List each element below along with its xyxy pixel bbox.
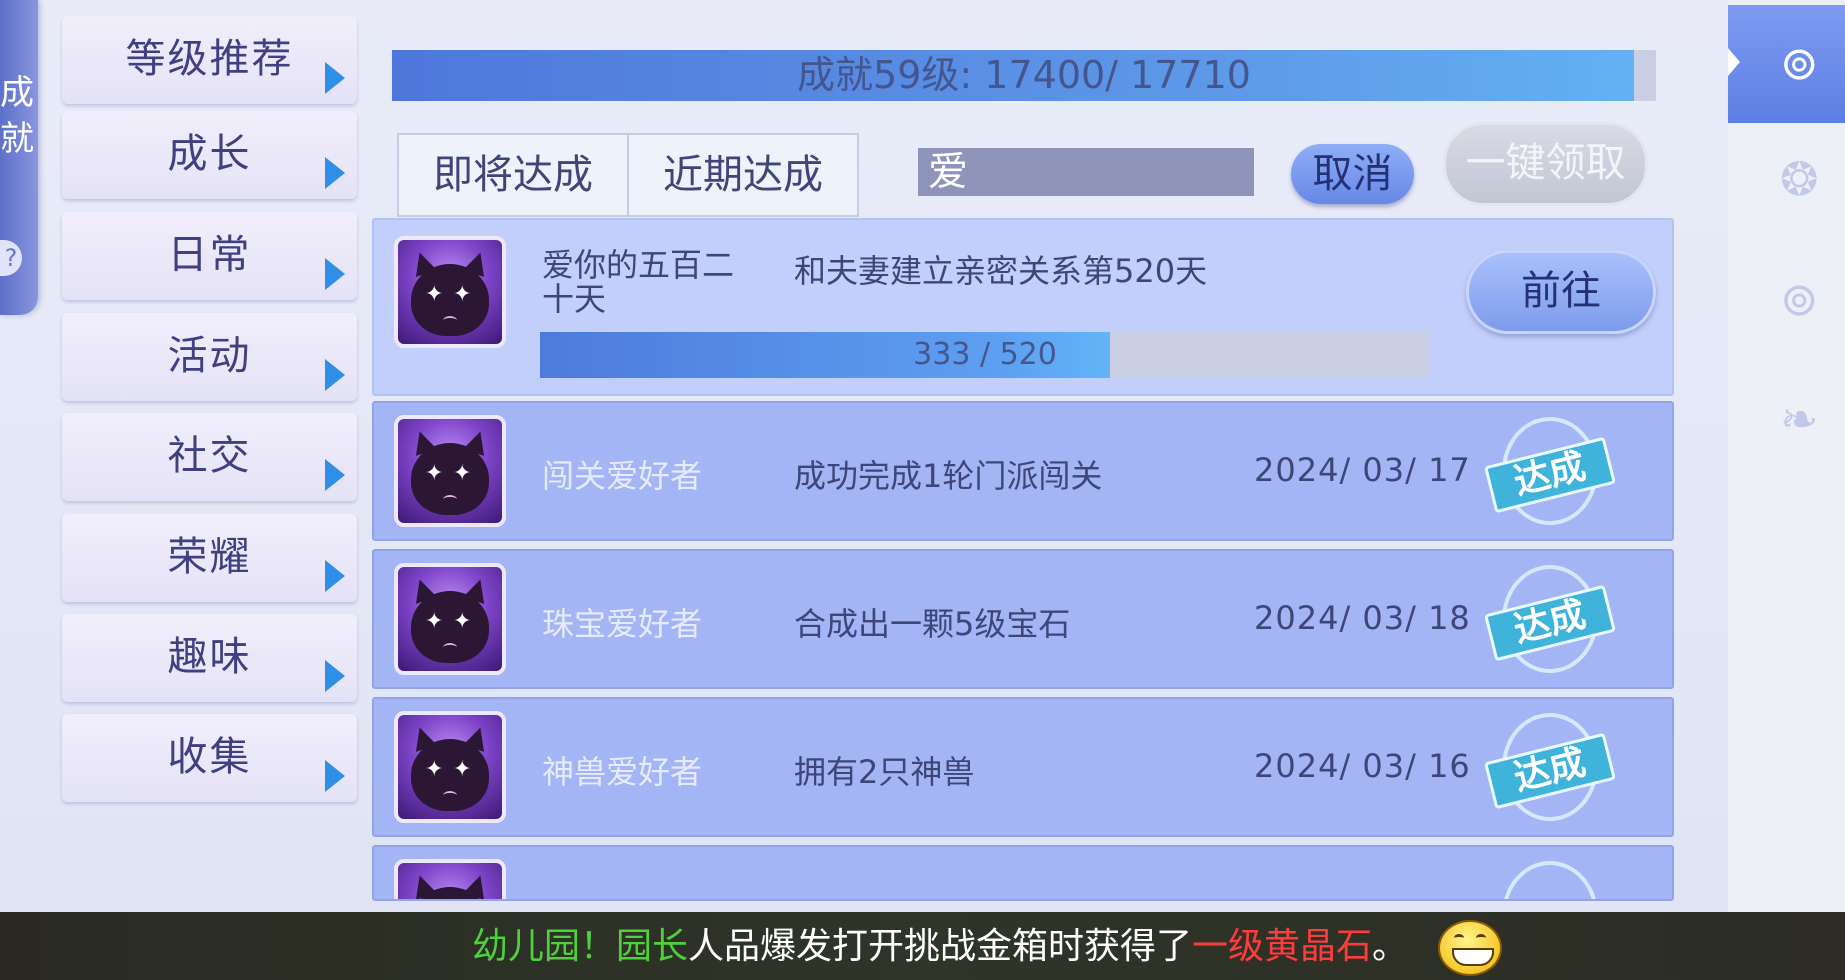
- chevron-right-icon: [325, 560, 345, 592]
- sparkle-eye-icon: ✦: [453, 609, 472, 634]
- completed-stamp: 达成: [1484, 565, 1616, 677]
- emoji-eye: [1476, 934, 1486, 942]
- claim-all-button[interactable]: 一键领取: [1443, 122, 1648, 206]
- category-growth[interactable]: 成长: [62, 111, 357, 199]
- medal-icon[interactable]: ⊚: [1780, 272, 1819, 326]
- category-daily[interactable]: 日常: [62, 212, 357, 300]
- achievement-name: 爱你的五百二十天: [542, 246, 735, 318]
- avatar-mouth: [443, 495, 457, 504]
- achievement-date: 2024/ 03/ 17: [1254, 451, 1471, 489]
- achievement-avatar: ✦ ✦: [394, 415, 506, 527]
- achievement-desc: 拥有2只神兽: [794, 753, 975, 791]
- avatar-head: ✦ ✦: [411, 264, 489, 336]
- achievement-date: 2024/ 03/ 16: [1254, 747, 1471, 785]
- creature-icon[interactable]: ❂: [1780, 152, 1819, 206]
- achievement-level-progress: 成就59级: 17400/ 17710: [392, 50, 1656, 101]
- achievement-avatar: ✦ ✦: [394, 563, 506, 675]
- category-collect[interactable]: 收集: [62, 714, 357, 802]
- sparkle-eye-icon: ✦: [453, 757, 472, 782]
- search-input[interactable]: 爱: [918, 148, 1254, 196]
- achievement-date: 2024/ 03/ 18: [1254, 599, 1471, 637]
- system-chat-message: 幼儿园！园长人品爆发打开挑战金箱时获得了一级黄晶石。: [472, 922, 1408, 972]
- tab-upcoming[interactable]: 即将达成: [399, 135, 627, 215]
- avatar-mouth: [443, 791, 457, 800]
- chat-player-name[interactable]: 幼儿园！园长: [472, 926, 688, 967]
- avatar-head: ✦ ✦: [411, 443, 489, 515]
- stamp-ring: [1502, 861, 1598, 899]
- emoji-eye: [1454, 934, 1464, 942]
- achievement-side-tab-label: 成就: [0, 73, 34, 159]
- emoji-mouth: [1452, 948, 1494, 966]
- category-level-recommend[interactable]: 等级推荐: [62, 16, 357, 104]
- right-sidebar: [1728, 0, 1845, 915]
- achievement-row: ✦ ✦ 闯关爱好者 成功完成1轮门派闯关 2024/ 03/ 17 达成: [372, 401, 1674, 541]
- chevron-right-icon: [325, 760, 345, 792]
- category-label: 成长: [167, 131, 252, 177]
- avatar-mouth: [443, 316, 457, 325]
- achievement-desc: 成功完成1轮门派闯关: [794, 457, 1103, 495]
- sparkle-eye-icon: ✦: [453, 461, 472, 486]
- sparkle-eye-icon: ✦: [453, 282, 472, 307]
- avatar-head: ✦ ✦: [411, 591, 489, 663]
- category-label: 收集: [167, 734, 252, 780]
- fish-icon[interactable]: ❧: [1780, 392, 1819, 446]
- category-social[interactable]: 社交: [62, 413, 357, 501]
- category-activity[interactable]: 活动: [62, 313, 357, 401]
- category-label: 荣耀: [167, 534, 252, 580]
- category-fun[interactable]: 趣味: [62, 614, 357, 702]
- achievement-progress: 333 / 520: [540, 332, 1430, 378]
- completed-stamp: 达成: [1484, 713, 1616, 825]
- completed-stamp: [1494, 861, 1606, 899]
- category-honor[interactable]: 荣耀: [62, 514, 357, 602]
- chevron-right-icon: [1728, 48, 1740, 76]
- achievement-row-partial: [372, 845, 1674, 901]
- sparkle-eye-icon: ✦: [425, 757, 444, 782]
- achievement-icon[interactable]: ⊚: [1780, 36, 1819, 90]
- achievement-progress-text: 333 / 520: [913, 337, 1057, 372]
- achievement-avatar: ✦ ✦: [394, 711, 506, 823]
- completed-stamp: 达成: [1484, 417, 1616, 529]
- chevron-right-icon: [325, 660, 345, 692]
- category-label: 社交: [167, 433, 252, 479]
- achievement-name: 神兽爱好者: [542, 753, 703, 791]
- sparkle-eye-icon: ✦: [425, 461, 444, 486]
- chat-message-text: 人品爆发打开挑战金箱时获得了: [688, 926, 1193, 967]
- category-label: 日常: [167, 232, 252, 278]
- chevron-right-icon: [325, 258, 345, 290]
- sparkle-eye-icon: ✦: [425, 609, 444, 634]
- chevron-right-icon: [325, 62, 345, 94]
- achievement-avatar: [394, 859, 506, 899]
- category-label: 等级推荐: [125, 36, 294, 82]
- sparkle-eye-icon: ✦: [425, 282, 444, 307]
- chevron-right-icon: [325, 459, 345, 491]
- achievement-row: ✦ ✦ 珠宝爱好者 合成出一颗5级宝石 2024/ 03/ 18 达成: [372, 549, 1674, 689]
- goto-button[interactable]: 前往: [1466, 250, 1656, 334]
- chat-message-end: 。: [1372, 926, 1409, 967]
- grin-emoji-icon: [1438, 920, 1502, 976]
- avatar-head: ✦ ✦: [411, 739, 489, 811]
- achievement-tabs: 即将达成 近期达成: [397, 133, 859, 217]
- chat-item-name[interactable]: 一级黄晶石: [1192, 926, 1372, 967]
- achievement-desc: 合成出一颗5级宝石: [794, 605, 1071, 643]
- tab-recent[interactable]: 近期达成: [627, 135, 857, 215]
- chevron-right-icon: [325, 359, 345, 391]
- achievement-name: 闯关爱好者: [542, 457, 703, 495]
- chevron-right-icon: [325, 157, 345, 189]
- achievement-avatar: ✦ ✦: [394, 236, 506, 348]
- cancel-button[interactable]: 取消: [1291, 144, 1414, 204]
- achievement-row: ✦ ✦ 神兽爱好者 拥有2只神兽 2024/ 03/ 16 达成: [372, 697, 1674, 837]
- category-label: 活动: [167, 333, 252, 379]
- achievement-name: 珠宝爱好者: [542, 605, 703, 643]
- achievement-row: ✦ ✦ 爱你的五百二十天 和夫妻建立亲密关系第520天 333 / 520 前往: [372, 218, 1674, 396]
- achievement-desc: 和夫妻建立亲密关系第520天: [794, 252, 1208, 290]
- achievement-level-progress-text: 成就59级: 17400/ 17710: [797, 53, 1251, 97]
- avatar-mouth: [443, 643, 457, 652]
- category-label: 趣味: [167, 634, 252, 680]
